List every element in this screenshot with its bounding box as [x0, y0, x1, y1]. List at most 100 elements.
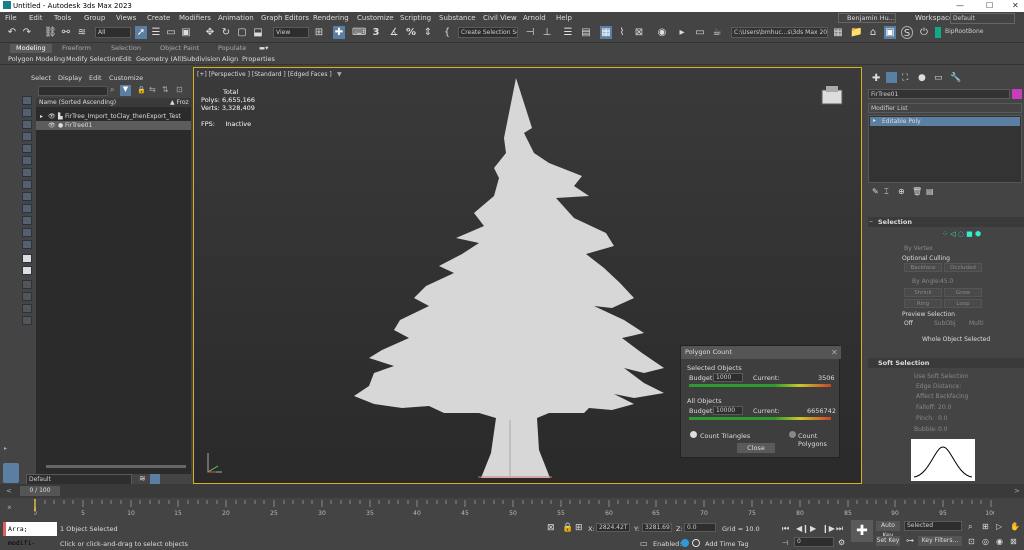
layer-toggle-button[interactable]: [3, 463, 19, 483]
enabled-toggle[interactable]: [681, 539, 689, 547]
menu-animation[interactable]: Animation: [218, 14, 254, 22]
preview-multi-radio[interactable]: Multi: [969, 320, 984, 327]
budget-input[interactable]: 1000: [713, 373, 743, 382]
viewcube-top-icon[interactable]: [826, 86, 838, 92]
falloff-value[interactable]: 20.0: [938, 404, 951, 411]
time-slider-handle[interactable]: 0 / 100: [20, 486, 60, 496]
tab-populate[interactable]: Populate: [218, 44, 246, 53]
filter-xrefs-icon[interactable]: [22, 180, 32, 189]
selection-rollout[interactable]: Selection: [868, 217, 1024, 227]
tab-modeling[interactable]: Modeling: [10, 44, 52, 53]
funnel-icon[interactable]: [22, 304, 32, 313]
percent-snap-icon[interactable]: %: [405, 26, 417, 39]
menu-modifiers[interactable]: Modifiers: [179, 14, 211, 22]
power-icon[interactable]: ⏻: [918, 26, 930, 39]
explorer-options-icon[interactable]: ⊡: [176, 85, 183, 94]
explorer-menu-edit[interactable]: Edit: [89, 74, 102, 82]
open-folder-icon[interactable]: 📁: [850, 26, 862, 39]
subtab-properties[interactable]: Properties: [242, 55, 275, 63]
adaptive-degradation-icon[interactable]: ▭: [640, 539, 648, 548]
viewcube-icon[interactable]: [821, 89, 843, 105]
soft-selection-rollout[interactable]: Soft Selection: [868, 358, 1024, 368]
expand-arrow-icon[interactable]: ▸: [873, 117, 876, 124]
bubble-value[interactable]: 0.0: [938, 426, 948, 433]
modifier-list-dropdown[interactable]: Modifier List: [868, 103, 1022, 113]
rendered-frame-icon[interactable]: ▭: [694, 26, 706, 39]
user-account[interactable]: Benjamin Hu...: [838, 13, 896, 23]
pan-icon[interactable]: ✋: [1010, 522, 1020, 531]
horizontal-scrollbar[interactable]: [46, 465, 186, 468]
menu-customize[interactable]: Customize: [357, 14, 394, 22]
menu-file[interactable]: File: [5, 14, 17, 22]
by-angle-value[interactable]: 45.0: [940, 278, 953, 285]
named-selection-dropdown[interactable]: Create Selection Se: [458, 27, 518, 38]
material-editor-icon[interactable]: ◉: [656, 26, 668, 39]
curve-editor-icon[interactable]: ⌇: [616, 26, 628, 39]
list-item[interactable]: 👁 ● FirTree01: [36, 121, 191, 130]
visibility-icon[interactable]: 👁: [48, 112, 56, 121]
use-soft-selection-checkbox[interactable]: Use Soft Selection: [914, 373, 969, 380]
ring-button[interactable]: Ring: [904, 299, 942, 308]
expand-arrow-icon[interactable]: ▸: [40, 112, 43, 121]
by-angle-label[interactable]: By Angle:: [912, 278, 941, 285]
filter-cameras-icon[interactable]: [22, 132, 32, 141]
zoom-all-icon[interactable]: ⊞: [982, 522, 989, 531]
bind-spacewarp-icon[interactable]: ≋: [76, 26, 88, 39]
key-filters-button[interactable]: Key Filters...: [918, 536, 962, 546]
pivot-icon[interactable]: ⊞: [313, 26, 325, 39]
object-color-swatch[interactable]: [1012, 89, 1022, 99]
visibility-icon[interactable]: 👁: [48, 121, 56, 130]
menu-edit[interactable]: Edit: [29, 14, 43, 22]
render-setup-icon[interactable]: ▸: [676, 26, 688, 39]
render-icon[interactable]: ☕: [711, 26, 723, 39]
close-icon[interactable]: ✕: [831, 348, 838, 357]
select-by-name-icon[interactable]: ☰: [150, 26, 162, 39]
snap-toggle-icon[interactable]: 3: [370, 26, 382, 39]
isolate-selection-icon[interactable]: ⊠: [547, 523, 555, 533]
lock-icon[interactable]: 🔒: [137, 86, 146, 94]
subtab-modify-selection[interactable]: Modify Selection: [66, 55, 120, 63]
menu-civil-view[interactable]: Civil View: [483, 14, 517, 22]
link-icon[interactable]: ⛓: [44, 26, 57, 39]
subtab-geometry-all[interactable]: Geometry (All): [136, 55, 184, 63]
orbit-icon[interactable]: ◎: [982, 537, 989, 546]
subtab-edit[interactable]: Edit: [119, 55, 132, 63]
close-button[interactable]: Close: [737, 443, 775, 453]
column-header[interactable]: Name (Sorted Ascending) ▲ Froz: [36, 98, 191, 107]
dialog-title[interactable]: Polygon Count: [681, 346, 841, 359]
filter-bones-icon[interactable]: [22, 192, 32, 201]
show-end-result-icon[interactable]: ⌶: [884, 187, 889, 197]
grow-button[interactable]: Grow: [944, 288, 982, 297]
polygon-icon[interactable]: ■: [966, 230, 973, 238]
explorer-menu-select[interactable]: Select: [31, 74, 51, 82]
go-to-end-icon[interactable]: ⏭: [836, 524, 843, 534]
display-none-icon[interactable]: [22, 254, 32, 263]
display-tab-icon[interactable]: ▭: [934, 73, 943, 83]
next-frame-icon[interactable]: ❙▶: [822, 524, 835, 533]
menu-rendering[interactable]: Rendering: [313, 14, 349, 22]
time-tag-icon[interactable]: [692, 539, 700, 547]
minimize-button[interactable]: —: [956, 1, 964, 10]
schematic-view-icon[interactable]: ⊠: [633, 26, 645, 39]
menu-views[interactable]: Views: [116, 14, 136, 22]
ribbon-toggle-icon[interactable]: ▦: [600, 26, 612, 39]
walk-through-icon[interactable]: ◉: [996, 537, 1003, 546]
keyboard-shortcut-icon[interactable]: ⌨: [352, 26, 366, 39]
filter-frozen-icon[interactable]: [22, 216, 32, 225]
reference-coordinate-dropdown[interactable]: View: [273, 27, 309, 38]
filter-icon[interactable]: ▼: [120, 85, 131, 96]
find-icon[interactable]: [22, 292, 32, 301]
maximize-button[interactable]: ☐: [986, 1, 993, 10]
menu-arnold[interactable]: Arnold: [523, 14, 546, 22]
make-unique-icon[interactable]: ⊕: [898, 187, 905, 196]
y-coordinate-field[interactable]: 3281.691: [642, 523, 672, 532]
z-coordinate-field[interactable]: 0.0: [684, 523, 716, 532]
menu-create[interactable]: Create: [147, 14, 170, 22]
menu-group[interactable]: Group: [84, 14, 105, 22]
selection-lock-icon[interactable]: 🔒: [562, 523, 573, 533]
filter-hidden-icon[interactable]: [22, 228, 32, 237]
stack-item-editable-poly[interactable]: Editable Poly: [870, 117, 1020, 126]
spinner-snap-icon[interactable]: ⇕: [422, 26, 434, 39]
redo-icon[interactable]: ↷: [21, 26, 33, 39]
select-object-icon[interactable]: ➚: [135, 26, 147, 39]
